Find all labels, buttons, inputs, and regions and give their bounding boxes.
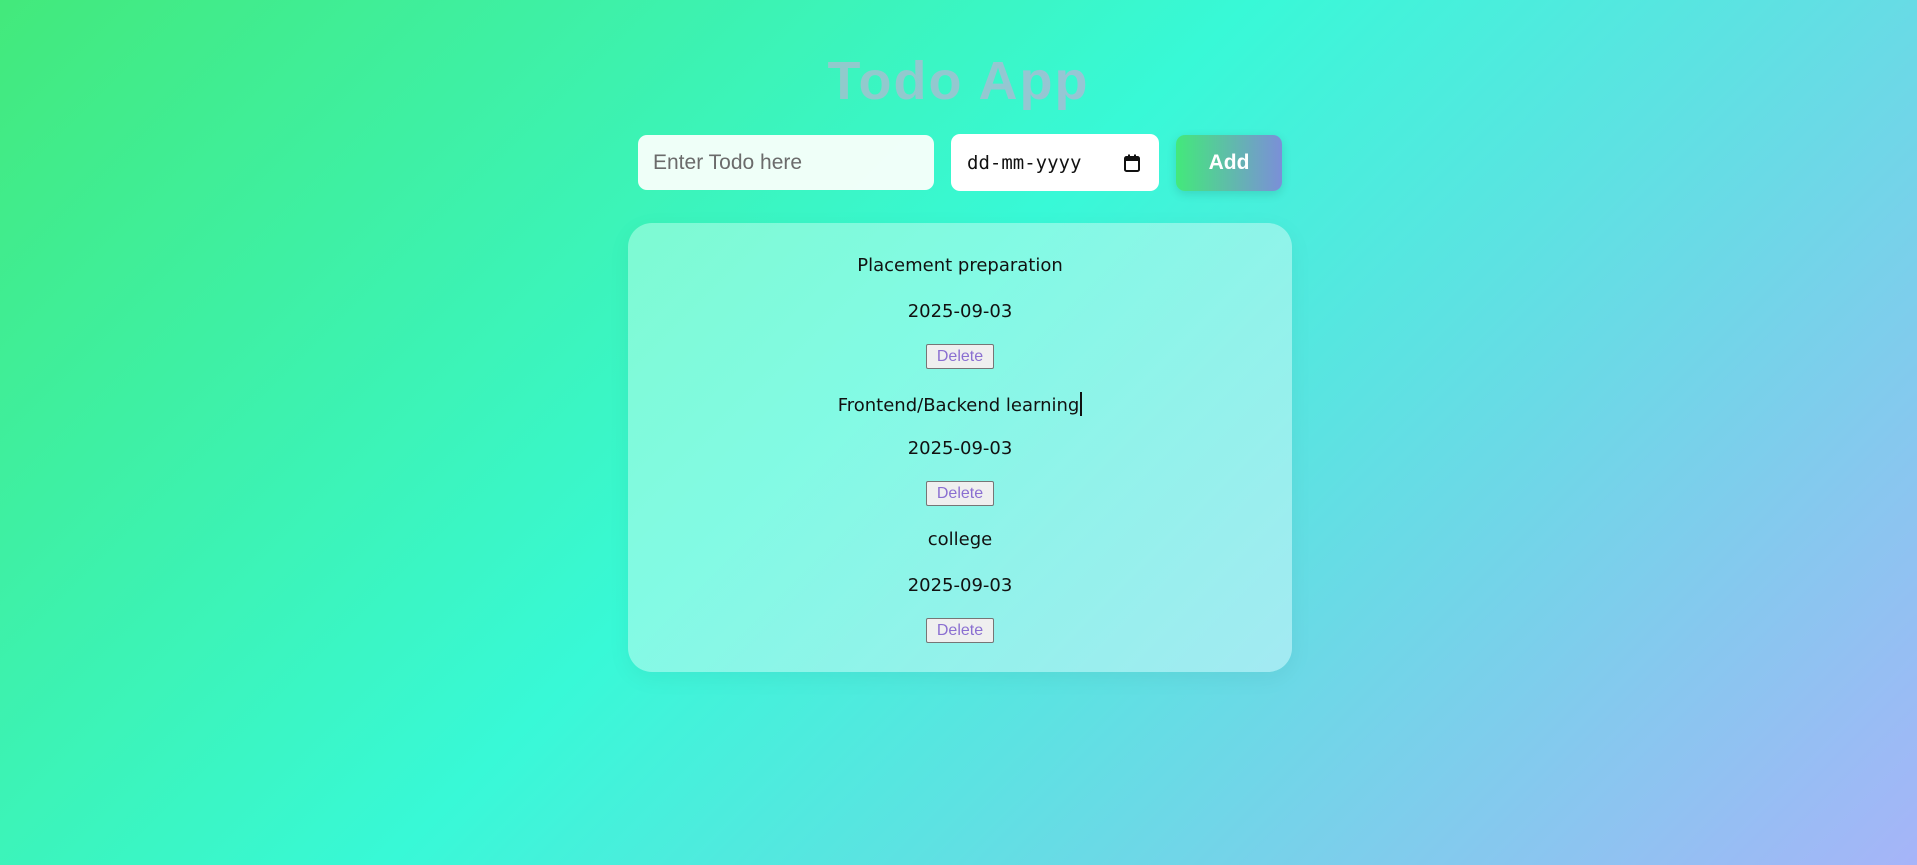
todo-text: college [927,529,993,550]
date-input[interactable]: dd-mm-yyyy [951,134,1159,191]
todo-text: Frontend/Backend learning [837,395,1080,416]
todo-text-wrap: Frontend/Backend learning [628,392,1292,417]
todo-date: 2025-09-03 [907,575,1013,596]
add-button[interactable]: Add [1176,135,1282,191]
delete-button[interactable]: Delete [926,344,994,369]
app-title: Todo App [0,50,1917,112]
delete-button[interactable]: Delete [926,481,994,506]
date-placeholder: dd-mm-yyyy [967,151,1082,174]
delete-button[interactable]: Delete [926,618,994,643]
todo-date: 2025-09-03 [907,301,1013,322]
todo-input[interactable] [638,135,934,190]
todo-list: Placement preparation 2025-09-03 Delete … [628,223,1292,672]
todo-text: Placement preparation [857,255,1063,276]
todo-date: 2025-09-03 [907,438,1013,459]
calendar-icon[interactable] [1122,153,1142,173]
text-caret [1080,392,1083,416]
